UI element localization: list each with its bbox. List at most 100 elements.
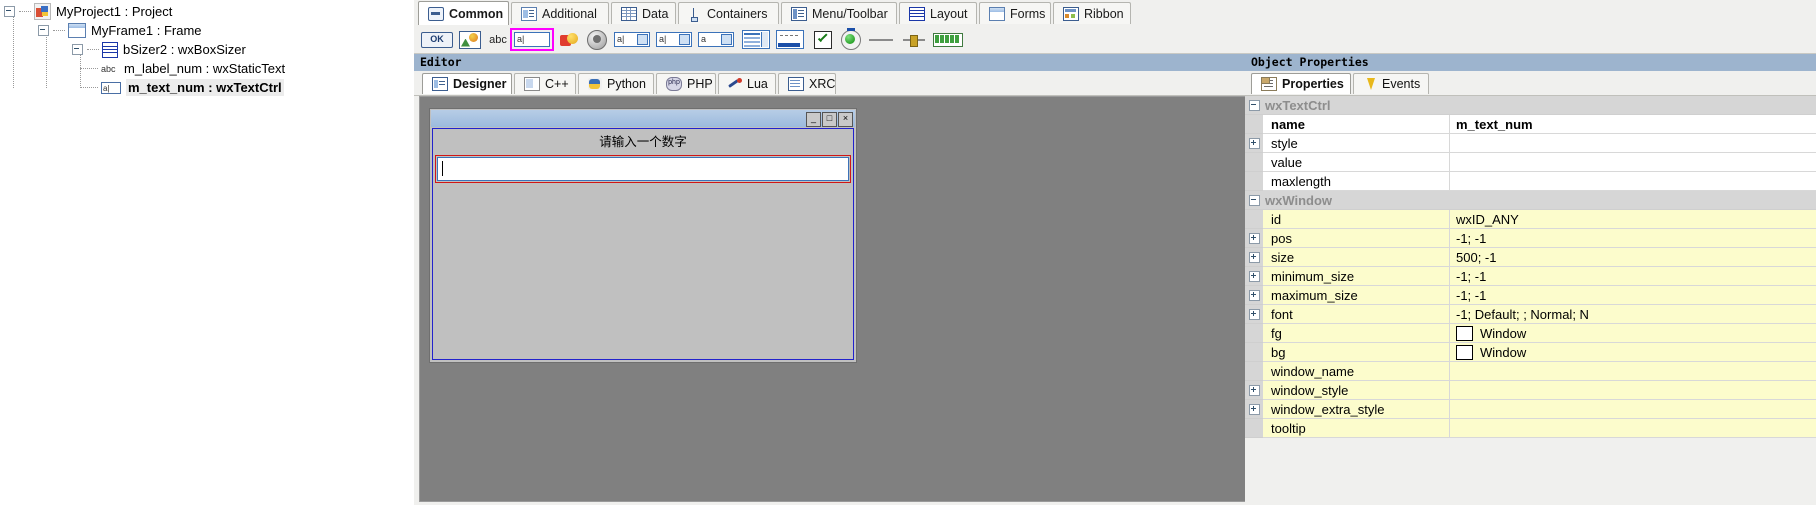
property-value[interactable] [1450,400,1816,419]
tree-node-static-text[interactable]: abc m_label_num : wxStaticText [80,58,285,77]
expander-minus-icon[interactable] [72,44,83,56]
tab-containers[interactable]: Containers [678,2,779,24]
tree-node-project[interactable]: MyProject1 : Project [4,1,172,21]
palette-item-wxstatictext[interactable]: abc [486,30,510,49]
property-value[interactable] [1450,153,1816,172]
expander-plus-icon[interactable] [1248,270,1260,282]
tab-common[interactable]: Common [418,1,509,25]
property-row-size[interactable]: size 500; -1 [1245,248,1816,267]
property-value[interactable]: -1; Default; ; Normal; N [1450,305,1816,324]
property-value[interactable]: -1; -1 [1450,267,1816,286]
property-row-tooltip[interactable]: tooltip [1245,419,1816,438]
form-preview-window[interactable]: _ □ × 请输入一个数字 [429,108,857,363]
property-value[interactable] [1450,362,1816,381]
property-row-window-name[interactable]: window_name [1245,362,1816,381]
property-row-bg[interactable]: bg Window [1245,343,1816,362]
tab-events[interactable]: Events [1353,73,1429,94]
color-swatch-icon[interactable] [1456,325,1473,341]
component-palette-tabs[interactable]: Common Additional Data Containers Menu/T… [414,0,1816,27]
property-row-fg[interactable]: fg Window [1245,324,1816,343]
expander-minus-icon[interactable] [4,6,15,18]
expander-minus-icon[interactable] [1248,194,1260,206]
tab-menu-toolbar[interactable]: Menu/Toolbar [781,2,897,24]
property-category-row[interactable]: wxWindow [1245,191,1816,210]
tab-python[interactable]: Python [578,73,654,94]
tab-forms[interactable]: Forms [979,2,1051,24]
tab-data[interactable]: Data [611,2,676,24]
property-row-minimum-size[interactable]: minimum_size -1; -1 [1245,267,1816,286]
property-grid[interactable]: wxTextCtrl name m_text_num style value m… [1245,96,1816,506]
expander-plus-icon[interactable] [1248,308,1260,320]
palette-item-wxradiobutton[interactable] [838,27,864,50]
palette-item-wxgauge[interactable] [932,30,964,49]
property-value[interactable] [1450,134,1816,153]
property-value[interactable]: m_text_num [1450,115,1816,134]
palette-item-wxbutton[interactable]: OK [420,30,454,49]
property-row-font[interactable]: font -1; Default; ; Normal; N [1245,305,1816,324]
property-value[interactable]: 500; -1 [1450,248,1816,267]
color-swatch-icon[interactable] [1456,344,1473,360]
tab-layout[interactable]: Layout [899,2,977,24]
tree-node-sizer[interactable]: bSizer2 : wxBoxSizer [72,39,246,58]
property-value[interactable]: wxID_ANY [1450,210,1816,229]
expander-plus-icon[interactable] [1248,137,1260,149]
expander-plus-icon[interactable] [1248,232,1260,244]
property-value[interactable] [1450,381,1816,400]
property-row-style[interactable]: style [1245,134,1816,153]
form-window-buttons[interactable]: _ □ × [806,112,853,127]
tab-lua[interactable]: Lua [718,73,776,94]
property-category-row[interactable]: wxTextCtrl [1245,96,1816,115]
expander-minus-icon[interactable] [38,25,49,37]
expander-plus-icon[interactable] [1248,384,1260,396]
palette-item-wxpanel[interactable] [774,30,806,49]
palette-item-wxbitmapcombobox[interactable] [584,29,610,50]
palette-item-wxbitmapbutton[interactable] [456,30,484,49]
tree-node-frame[interactable]: MyFrame1 : Frame [38,20,202,39]
property-row-maxlength[interactable]: maxlength [1245,172,1816,191]
property-row-window-style[interactable]: window_style [1245,381,1816,400]
property-value[interactable] [1450,419,1816,438]
property-value-container[interactable]: Window [1450,324,1816,343]
expander-minus-icon[interactable] [1248,99,1260,111]
tab-properties[interactable]: Properties [1251,73,1351,94]
tab-xrc[interactable]: XRC [778,73,836,94]
property-value[interactable]: -1; -1 [1450,229,1816,248]
property-row-name[interactable]: name m_text_num [1245,115,1816,134]
row-gutter [1245,191,1263,210]
palette-item-wxtextctrl[interactable]: a| [510,28,554,51]
expander-plus-icon[interactable] [1248,251,1260,263]
property-row-pos[interactable]: pos -1; -1 [1245,229,1816,248]
palette-item-wxlistbox[interactable]: a| [654,30,694,49]
tab-additional[interactable]: Additional [511,2,609,24]
palette-item-wxchoice[interactable]: a| [612,30,652,49]
palette-item-wxcombobox[interactable] [556,30,582,49]
form-client-area[interactable]: 请输入一个数字 [432,128,854,360]
tab-ribbon[interactable]: Ribbon [1053,2,1131,24]
text-ctrl-preview[interactable] [437,157,849,181]
tab-php[interactable]: php PHP [656,73,716,94]
minimize-button[interactable]: _ [806,112,821,127]
close-button[interactable]: × [838,112,853,127]
palette-item-wxcheckbox[interactable] [810,30,836,49]
property-value-container[interactable]: Window [1450,343,1816,362]
expander-plus-icon[interactable] [1248,403,1260,415]
object-properties-tabs[interactable]: Properties Events [1245,71,1816,96]
static-text-label[interactable]: 请输入一个数字 [433,133,853,151]
property-row-window-extra-style[interactable]: window_extra_style [1245,400,1816,419]
object-tree-panel[interactable]: MyProject1 : Project MyFrame1 : Frame bS… [0,0,414,505]
palette-item-wxslider[interactable] [900,30,928,49]
property-row-id[interactable]: id wxID_ANY [1245,210,1816,229]
property-value[interactable] [1450,172,1816,191]
component-palette-bar[interactable]: OK abc a| a| a| a [414,26,1816,54]
tree-node-text-ctrl[interactable]: a| m_text_num : wxTextCtrl [80,77,284,97]
palette-item-wxstaticline[interactable] [866,30,896,49]
property-row-maximum-size[interactable]: maximum_size -1; -1 [1245,286,1816,305]
tab-designer[interactable]: Designer [422,73,512,94]
maximize-button[interactable]: □ [822,112,837,127]
palette-item-wxspinctrl[interactable]: a [696,30,736,49]
property-value[interactable]: -1; -1 [1450,286,1816,305]
tab-cpp[interactable]: C++ [514,73,576,94]
property-row-value[interactable]: value [1245,153,1816,172]
palette-item-wxlistctrl[interactable] [740,30,772,49]
expander-plus-icon[interactable] [1248,289,1260,301]
